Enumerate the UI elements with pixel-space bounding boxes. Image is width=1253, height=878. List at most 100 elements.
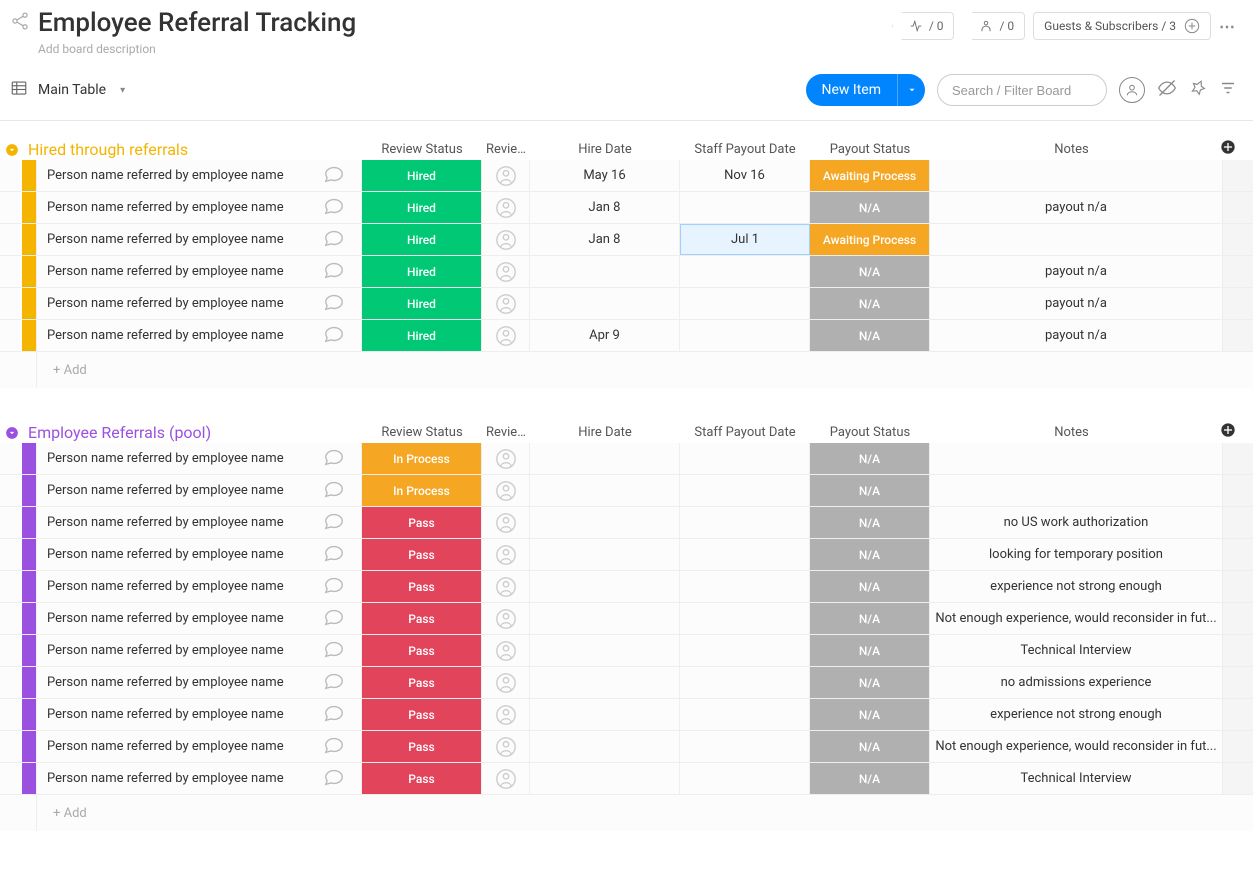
notes-cell[interactable]: payout n/a	[930, 256, 1223, 287]
payout-date-cell[interactable]	[680, 192, 810, 223]
item-name-cell[interactable]: Person name referred by employee name	[36, 320, 362, 351]
item-name-cell[interactable]: Person name referred by employee name	[36, 192, 362, 223]
payout-status-cell[interactable]: N/A	[810, 256, 930, 287]
chat-icon[interactable]	[323, 574, 345, 600]
group-title-cell[interactable]: Hired through referrals	[0, 140, 362, 159]
review-status-cell[interactable]: Hired	[362, 160, 482, 191]
table-row[interactable]: Person name referred by employee name Pa…	[0, 571, 1253, 603]
add-row[interactable]: + Add	[0, 795, 1253, 831]
col-hire-date[interactable]: Hire Date	[530, 142, 680, 157]
reviewer-cell[interactable]	[482, 603, 530, 634]
reviewer-cell[interactable]	[482, 443, 530, 474]
reviewer-cell[interactable]	[482, 507, 530, 538]
hire-date-cell[interactable]: Apr 9	[530, 320, 680, 351]
filter-icon[interactable]	[1219, 79, 1237, 101]
payout-date-cell[interactable]	[680, 288, 810, 319]
chat-icon[interactable]	[323, 323, 345, 349]
chat-icon[interactable]	[323, 606, 345, 632]
review-status-cell[interactable]: Pass	[362, 667, 482, 698]
board-menu-button[interactable]: ⋯	[1219, 17, 1237, 36]
chat-icon[interactable]	[323, 542, 345, 568]
reviewer-cell[interactable]	[482, 731, 530, 762]
chat-icon[interactable]	[323, 638, 345, 664]
payout-status-cell[interactable]: Awaiting Process	[810, 224, 930, 255]
payout-date-cell[interactable]	[680, 475, 810, 506]
item-name-cell[interactable]: Person name referred by employee name	[36, 635, 362, 666]
payout-date-cell[interactable]	[680, 667, 810, 698]
payout-date-cell[interactable]: Nov 16	[680, 160, 810, 191]
chat-icon[interactable]	[323, 766, 345, 792]
review-status-cell[interactable]: Hired	[362, 224, 482, 255]
table-row[interactable]: Person name referred by employee name Hi…	[0, 256, 1253, 288]
table-row[interactable]: Person name referred by employee name Pa…	[0, 635, 1253, 667]
hire-date-cell[interactable]	[530, 256, 680, 287]
table-row[interactable]: Person name referred by employee name Pa…	[0, 603, 1253, 635]
item-name-cell[interactable]: Person name referred by employee name	[36, 571, 362, 602]
hire-date-cell[interactable]	[530, 443, 680, 474]
pin-icon[interactable]	[1189, 79, 1207, 101]
notes-cell[interactable]: no US work authorization	[930, 507, 1223, 538]
payout-status-cell[interactable]: N/A	[810, 603, 930, 634]
reviewer-cell[interactable]	[482, 667, 530, 698]
col-payout-status[interactable]: Payout Status	[810, 425, 930, 440]
table-row[interactable]: Person name referred by employee name Pa…	[0, 763, 1253, 795]
view-switcher[interactable]: Main Table ▾	[10, 79, 125, 101]
payout-date-cell[interactable]	[680, 635, 810, 666]
item-name-cell[interactable]: Person name referred by employee name	[36, 731, 362, 762]
board-title[interactable]: Employee Referral Tracking	[38, 8, 356, 38]
notes-cell[interactable]: payout n/a	[930, 320, 1223, 351]
col-notes[interactable]: Notes	[930, 425, 1213, 440]
table-row[interactable]: Person name referred by employee name Hi…	[0, 224, 1253, 256]
reviewer-cell[interactable]	[482, 475, 530, 506]
review-status-cell[interactable]: Pass	[362, 571, 482, 602]
review-status-cell[interactable]: Hired	[362, 320, 482, 351]
payout-status-cell[interactable]: Awaiting Process	[810, 160, 930, 191]
item-name-cell[interactable]: Person name referred by employee name	[36, 763, 362, 794]
col-notes[interactable]: Notes	[930, 142, 1213, 157]
chat-icon[interactable]	[323, 291, 345, 317]
chat-icon[interactable]	[323, 227, 345, 253]
hire-date-cell[interactable]: May 16	[530, 160, 680, 191]
payout-date-cell[interactable]	[680, 320, 810, 351]
payout-date-cell[interactable]	[680, 539, 810, 570]
payout-date-cell[interactable]	[680, 443, 810, 474]
subscribers-button[interactable]: Guests & Subscribers / 3	[1033, 12, 1211, 40]
review-status-cell[interactable]: In Process	[362, 475, 482, 506]
payout-date-cell[interactable]	[680, 507, 810, 538]
reviewer-cell[interactable]	[482, 288, 530, 319]
col-review-status[interactable]: Review Status	[362, 142, 482, 157]
reviewer-cell[interactable]	[482, 763, 530, 794]
table-row[interactable]: Person name referred by employee name Pa…	[0, 731, 1253, 763]
col-reviewer[interactable]: Revie...	[482, 425, 530, 440]
hire-date-cell[interactable]: Jan 8	[530, 192, 680, 223]
item-name-cell[interactable]: Person name referred by employee name	[36, 667, 362, 698]
table-row[interactable]: Person name referred by employee name Hi…	[0, 320, 1253, 352]
reviewer-cell[interactable]	[482, 635, 530, 666]
item-name-cell[interactable]: Person name referred by employee name	[36, 443, 362, 474]
review-status-cell[interactable]: Pass	[362, 507, 482, 538]
item-name-cell[interactable]: Person name referred by employee name	[36, 507, 362, 538]
review-status-cell[interactable]: Pass	[362, 699, 482, 730]
hire-date-cell[interactable]	[530, 763, 680, 794]
item-name-cell[interactable]: Person name referred by employee name	[36, 475, 362, 506]
payout-status-cell[interactable]: N/A	[810, 443, 930, 474]
hire-date-cell[interactable]	[530, 731, 680, 762]
table-row[interactable]: Person name referred by employee name Pa…	[0, 699, 1253, 731]
review-status-cell[interactable]: Pass	[362, 763, 482, 794]
reviewer-cell[interactable]	[482, 699, 530, 730]
payout-date-cell[interactable]	[680, 256, 810, 287]
chat-icon[interactable]	[323, 510, 345, 536]
hire-date-cell[interactable]	[530, 539, 680, 570]
payout-status-cell[interactable]: N/A	[810, 667, 930, 698]
notes-cell[interactable]: payout n/a	[930, 192, 1223, 223]
col-payout-status[interactable]: Payout Status	[810, 142, 930, 157]
notes-cell[interactable]: Technical Interview	[930, 763, 1223, 794]
item-name-cell[interactable]: Person name referred by employee name	[36, 288, 362, 319]
table-row[interactable]: Person name referred by employee name Pa…	[0, 539, 1253, 571]
notes-cell[interactable]: looking for temporary position	[930, 539, 1223, 570]
notes-cell[interactable]	[930, 443, 1223, 474]
payout-status-cell[interactable]: N/A	[810, 699, 930, 730]
item-name-cell[interactable]: Person name referred by employee name	[36, 160, 362, 191]
hire-date-cell[interactable]	[530, 475, 680, 506]
hire-date-cell[interactable]	[530, 699, 680, 730]
